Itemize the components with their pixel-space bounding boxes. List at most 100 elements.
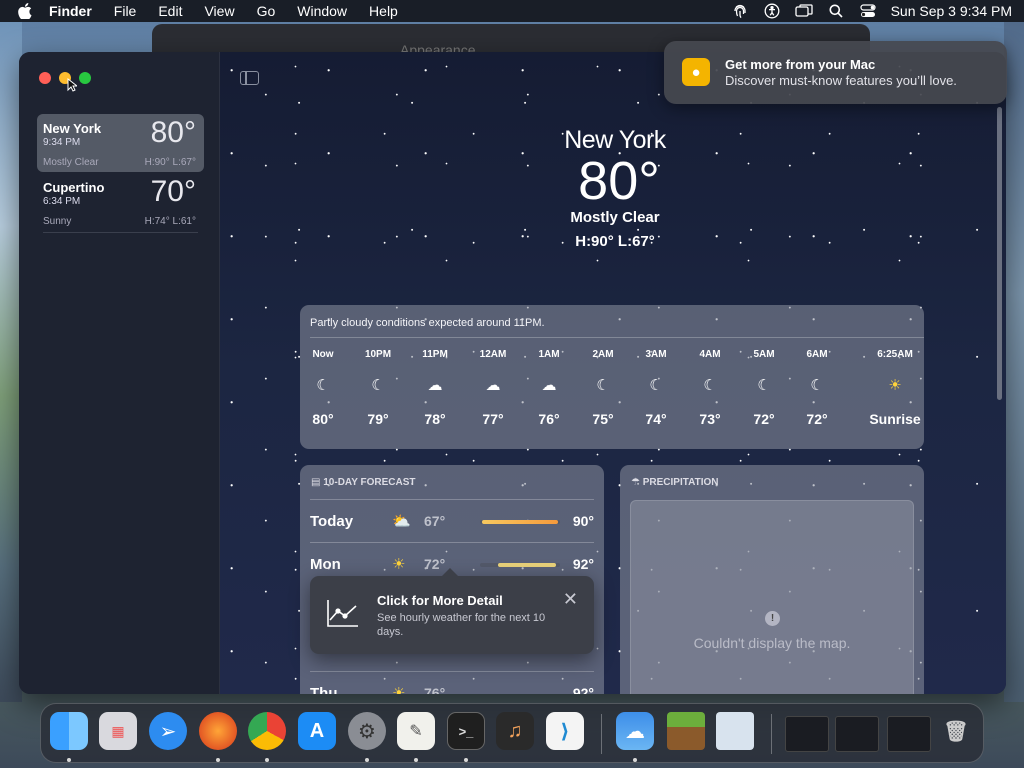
hour-column: 6AM ☾ 72° (792, 349, 842, 427)
dock-app-finder[interactable] (50, 712, 88, 750)
menu-view[interactable]: View (193, 3, 245, 19)
lightbulb-icon: ● (682, 58, 710, 86)
moon-icon: ☾ (703, 377, 717, 394)
hourly-divider (310, 337, 924, 338)
dock-app-minecraft[interactable] (667, 712, 705, 750)
forecast-row[interactable]: Today ⛅ 67° 90° (310, 499, 594, 542)
menu-app-name[interactable]: Finder (38, 3, 103, 19)
hour-label: 1AM (538, 349, 560, 360)
hour-temperature: 80° (312, 411, 334, 427)
city-local-time: 6:34 PM (43, 196, 81, 207)
menu-edit[interactable]: Edit (147, 3, 193, 19)
hour-temperature: 72° (753, 411, 775, 427)
close-window-button[interactable] (39, 72, 51, 84)
more-detail-tooltip[interactable]: Click for More Detail See hourly weather… (310, 568, 594, 654)
dock-app-launchpad[interactable]: ▦ (99, 712, 137, 750)
forecast-row[interactable]: Thu ☀ 76° 92° (310, 671, 594, 694)
accessibility-icon[interactable] (763, 3, 781, 19)
menu-bar: Finder File Edit View Go Window Help Sun… (0, 0, 1024, 22)
hour-column: Now ☾ 80° (298, 349, 348, 427)
hour-label: Now (312, 349, 334, 360)
dock-minimized-window[interactable] (785, 716, 829, 752)
dock-app-preview[interactable] (716, 712, 754, 750)
notification-body: Discover must-know features you’ll love. (725, 73, 957, 88)
dock-app-textedit[interactable]: ✎ (397, 712, 435, 750)
menu-go[interactable]: Go (246, 3, 287, 19)
menu-window[interactable]: Window (286, 3, 358, 19)
menu-file[interactable]: File (103, 3, 148, 19)
sidebar-toggle-icon[interactable] (240, 71, 259, 85)
dock-app-chrome[interactable] (248, 712, 286, 750)
hour-temperature: 78° (424, 411, 446, 427)
dock-app-safari[interactable]: ➢ (149, 712, 187, 750)
dock-app-app-store[interactable]: A (298, 712, 336, 750)
dock-running-indicator (414, 758, 418, 762)
notification-banner[interactable]: ● Get more from your Mac Discover must-k… (664, 41, 1007, 104)
mouse-cursor-icon (67, 78, 77, 92)
moon-icon: ☾ (596, 377, 610, 394)
hour-label: 4AM (699, 349, 721, 360)
dock-divider (601, 714, 602, 754)
hour-temperature: 72° (806, 411, 828, 427)
sunrise-icon: ☀ (888, 377, 902, 394)
apple-menu-icon[interactable] (12, 3, 38, 19)
precipitation-panel[interactable]: ☂ PRECIPITATION ! Couldn't display the m… (620, 465, 924, 694)
partly-cloudy-icon: ⛅ (392, 513, 411, 530)
city-high-low: H:74° L:61° (144, 216, 196, 227)
dock-app-garageband[interactable]: ♫ (496, 712, 534, 750)
menu-datetime[interactable]: Sun Sep 3 9:34 PM (891, 3, 1012, 19)
fingerprint-icon[interactable] (731, 3, 749, 19)
dock-app-terminal[interactable]: >_ (447, 712, 485, 750)
city-condition: Mostly Clear (43, 157, 99, 168)
dock-minimized-window[interactable] (835, 716, 879, 752)
dock-app-vscode[interactable]: ⟩ (546, 712, 584, 750)
control-center-icon[interactable] (859, 3, 877, 19)
sun-icon: ☀ (392, 556, 406, 573)
city-temperature: 70° (150, 175, 196, 208)
city-condition: Sunny (43, 216, 72, 227)
moon-icon: ☾ (810, 377, 824, 394)
hour-column: 4AM ☾ 73° (685, 349, 735, 427)
temperature-range-fill (482, 520, 558, 524)
window-controls (39, 72, 91, 84)
precipitation-heading: ☂ PRECIPITATION (631, 477, 719, 488)
cloud-moon-icon: ☁ (427, 377, 443, 394)
hour-temperature: 76° (538, 411, 560, 427)
dock-trash-icon[interactable]: 🗑 (937, 712, 975, 750)
close-icon[interactable]: ✕ (563, 590, 578, 608)
screen-mirroring-icon[interactable] (794, 3, 813, 19)
temperature-range-fill (498, 563, 556, 567)
forecast-day: Thu (310, 685, 338, 694)
hour-label: 2AM (592, 349, 614, 360)
city-local-time: 9:34 PM (43, 137, 81, 148)
precipitation-map[interactable]: ! Couldn't display the map. (630, 500, 914, 694)
menu-help[interactable]: Help (358, 3, 409, 19)
dock-app-system-settings[interactable]: ⚙ (348, 712, 386, 750)
city-card-cupertino[interactable]: Cupertino 6:34 PM 70° Sunny H:74° L:61° (37, 173, 204, 231)
line-chart-icon (327, 600, 358, 627)
scrollbar[interactable] (997, 107, 1002, 400)
city-card-new-york[interactable]: New York 9:34 PM 80° Mostly Clear H:90° … (37, 114, 204, 172)
hourly-forecast-panel[interactable]: Partly cloudy conditions expected around… (300, 305, 924, 449)
moon-icon: ☾ (649, 377, 663, 394)
dock-app-firefox[interactable] (199, 712, 237, 750)
weather-main: New York 80° Mostly Clear H:90° L:67° Pa… (220, 52, 1006, 694)
moon-icon: ☾ (316, 377, 330, 394)
hour-column: 12AM ☁ 77° (468, 349, 518, 427)
forecast-day: Today (310, 513, 354, 530)
sun-icon: ☀ (392, 685, 406, 694)
zoom-window-button[interactable] (79, 72, 91, 84)
forecast-day: Mon (310, 556, 341, 573)
dock-running-indicator (365, 758, 369, 762)
city-temperature: 80° (150, 116, 196, 149)
hour-column: 3AM ☾ 74° (631, 349, 681, 427)
precipitation-heading-label: PRECIPITATION (642, 477, 719, 488)
moon-icon: ☾ (371, 377, 385, 394)
search-icon[interactable] (827, 3, 845, 19)
dock-app-weather[interactable]: ☁ (616, 712, 654, 750)
calendar-icon: ▤ (311, 477, 321, 488)
hour-temperature: 73° (699, 411, 721, 427)
hourly-summary: Partly cloudy conditions expected around… (310, 317, 545, 329)
hour-label: 6:25AM (877, 349, 913, 360)
dock-minimized-window[interactable] (887, 716, 931, 752)
